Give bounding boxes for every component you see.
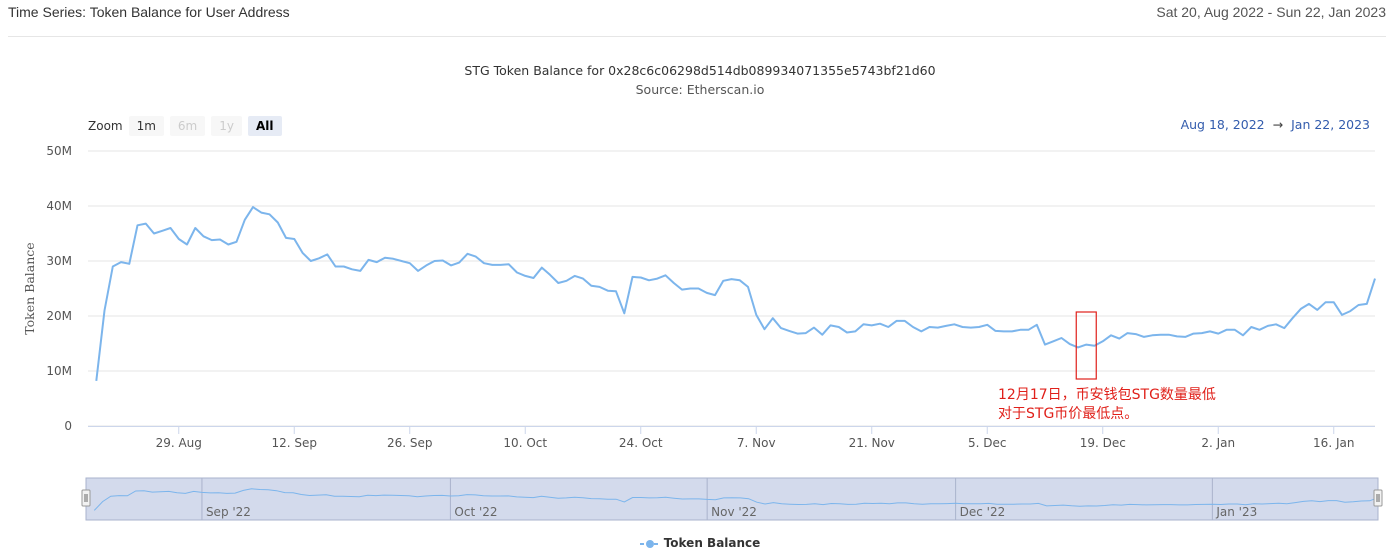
navigator-label: Jan '23 <box>1215 505 1257 519</box>
y-tick-label: 0 <box>64 419 72 433</box>
y-tick-label: 20M <box>46 309 72 323</box>
range-from[interactable]: Aug 18, 2022 <box>1181 117 1265 132</box>
x-tick-label: 5. Dec <box>968 436 1006 450</box>
zoom-label: Zoom <box>88 119 123 133</box>
zoom-all-button[interactable]: All <box>248 116 282 136</box>
navigator-label: Nov '22 <box>711 505 757 519</box>
chart-title: STG Token Balance for 0x28c6c06298d514db… <box>464 63 936 78</box>
navigator-label: Oct '22 <box>454 505 497 519</box>
zoom-controls: Zoom 1m 6m 1y All <box>88 116 288 136</box>
zoom-6m-button[interactable]: 6m <box>169 116 206 136</box>
navigator-right-handle[interactable] <box>1373 489 1383 507</box>
zoom-1m-button[interactable]: 1m <box>128 116 164 136</box>
x-tick-label: 26. Sep <box>387 436 433 450</box>
navigator-label: Sep '22 <box>206 505 251 519</box>
x-tick-label: 16. Jan <box>1313 436 1354 450</box>
series-line-token-balance[interactable] <box>95 206 1376 382</box>
range-selector[interactable]: Aug 18, 2022 → Jan 22, 2023 <box>1181 117 1370 132</box>
navigator-label: Dec '22 <box>960 505 1006 519</box>
annotation-line-1: 12月17日，币安钱包STG数量最低 <box>998 387 1216 403</box>
chart-subtitle: Source: Etherscan.io <box>635 82 765 97</box>
legend[interactable]: Token Balance <box>0 536 1400 550</box>
range-to[interactable]: Jan 22, 2023 <box>1291 117 1370 132</box>
x-tick-label: 7. Nov <box>737 436 776 450</box>
annotation-text: 12月17日，币安钱包STG数量最低 对于STG币价最低点。 <box>998 386 1216 424</box>
y-tick-label: 40M <box>46 199 72 213</box>
x-tick-label: 24. Oct <box>619 436 663 450</box>
legend-line-icon <box>639 539 660 548</box>
y-axis-title: Token Balance <box>22 242 37 334</box>
range-arrow: → <box>1272 117 1284 132</box>
x-tick-label: 29. Aug <box>156 436 202 450</box>
y-tick-label: 30M <box>46 254 72 268</box>
zoom-1y-button[interactable]: 1y <box>211 116 242 136</box>
annotation-line-2: 对于STG币价最低点。 <box>998 406 1139 422</box>
legend-label[interactable]: Token Balance <box>664 536 761 550</box>
navigator-left-handle[interactable] <box>81 489 91 507</box>
x-tick-label: 21. Nov <box>849 436 895 450</box>
y-tick-label: 50M <box>46 144 72 158</box>
x-tick-label: 12. Sep <box>271 436 317 450</box>
x-tick-label: 2. Jan <box>1201 436 1235 450</box>
y-tick-label: 10M <box>46 364 72 378</box>
x-tick-label: 10. Oct <box>503 436 547 450</box>
x-tick-label: 19. Dec <box>1080 436 1126 450</box>
